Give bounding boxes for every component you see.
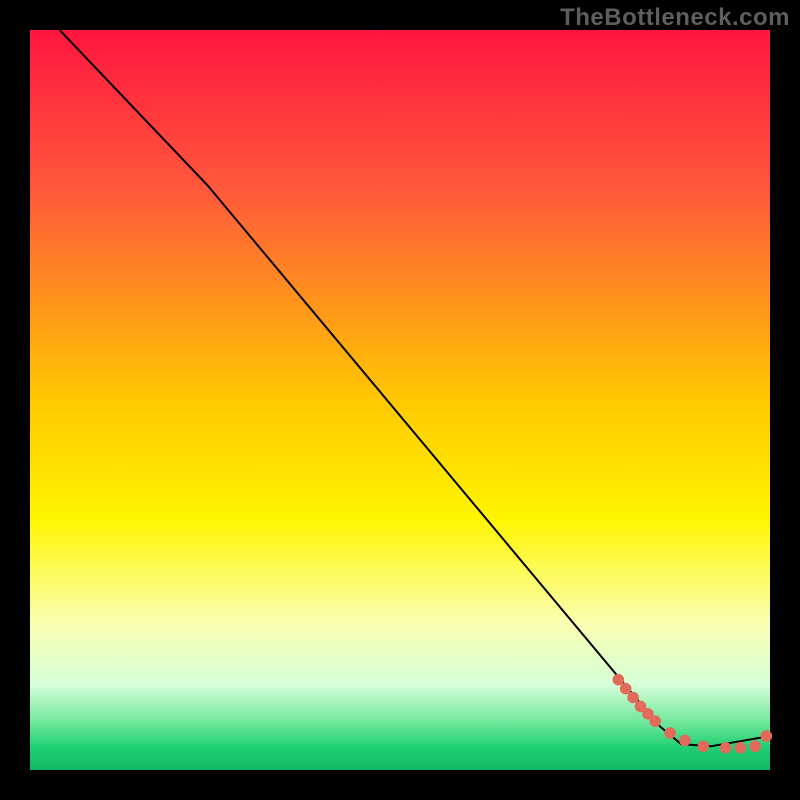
bottleneck-chart: [0, 0, 800, 800]
chart-stage: TheBottleneck.com: [0, 0, 800, 800]
data-point: [627, 692, 639, 704]
data-point: [761, 730, 773, 742]
data-point: [749, 741, 761, 753]
data-point: [620, 683, 632, 695]
plot-background: [30, 30, 770, 770]
data-point: [679, 735, 691, 747]
data-point: [735, 742, 747, 754]
watermark-text: TheBottleneck.com: [560, 4, 790, 32]
data-point: [664, 727, 676, 739]
data-point: [720, 742, 732, 754]
data-point: [698, 741, 710, 753]
data-point: [650, 715, 662, 727]
data-point: [613, 674, 625, 686]
